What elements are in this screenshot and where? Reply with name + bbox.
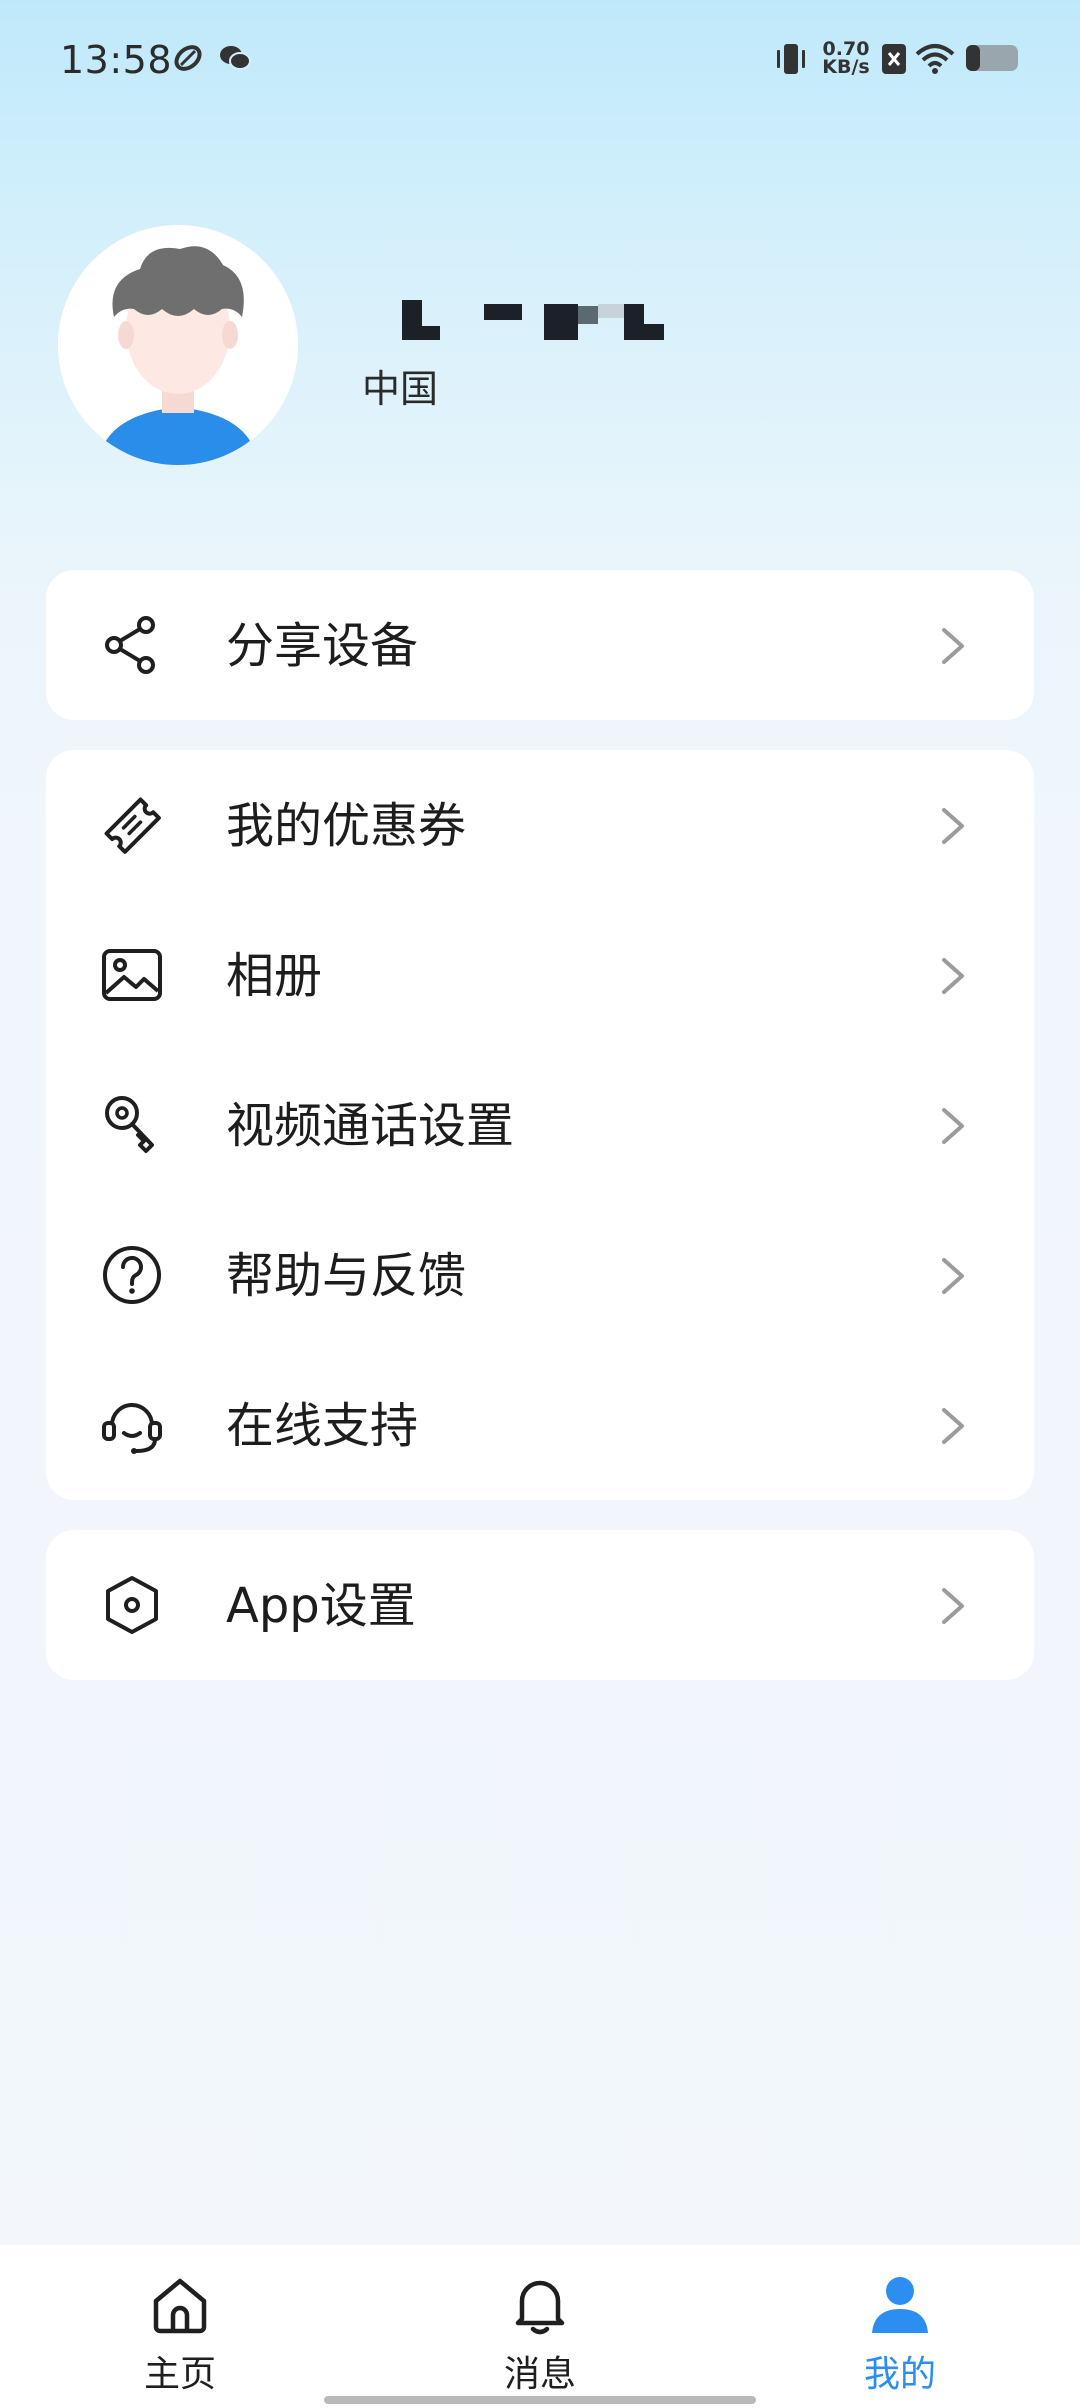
- help-feedback-label: 帮助与反馈: [226, 1248, 467, 1304]
- online-support-row[interactable]: 在线支持: [46, 1350, 1034, 1500]
- tab-mine[interactable]: 我的: [800, 2245, 1000, 2395]
- user-region: 中国: [362, 367, 439, 411]
- home-indicator[interactable]: [324, 2396, 756, 2404]
- tab-home[interactable]: 主页: [80, 2245, 280, 2395]
- video-call-settings-label: 视频通话设置: [226, 1098, 515, 1154]
- tab-messages-label: 消息: [503, 2354, 576, 2395]
- share-icon: [105, 616, 155, 674]
- settings-card: App设置: [46, 1530, 1034, 1680]
- chevron-right-icon: [942, 808, 964, 844]
- features-card: 我的优惠券 相册 视频通话设置 帮助与反馈 在线支持: [46, 750, 1034, 1500]
- home-icon: [153, 2278, 207, 2334]
- app-settings-row[interactable]: App设置: [46, 1530, 1034, 1680]
- tab-messages[interactable]: 消息: [440, 2245, 640, 2395]
- tab-mine-label: 我的: [863, 2354, 936, 2395]
- share-card: 分享设备: [46, 570, 1034, 720]
- user-icon: [872, 2277, 928, 2333]
- person-illustration-icon: [58, 225, 298, 465]
- share-device-row[interactable]: 分享设备: [46, 570, 1034, 720]
- coupons-row[interactable]: 我的优惠券: [46, 750, 1034, 900]
- status-time: 13:58: [60, 38, 173, 82]
- network-speed: 0.70 KB/s: [820, 40, 872, 78]
- video-call-settings-row[interactable]: 视频通话设置: [46, 1050, 1034, 1200]
- bell-icon: [515, 2280, 565, 2335]
- help-feedback-row[interactable]: 帮助与反馈: [46, 1200, 1034, 1350]
- status-bar: 13:58 0.70 KB/s: [0, 0, 1080, 120]
- no-sim-icon: [882, 44, 906, 74]
- image-icon: [102, 949, 162, 1001]
- network-speed-unit: KB/s: [822, 56, 870, 78]
- vibrate-icon: [777, 44, 805, 74]
- share-device-label: 分享设备: [226, 618, 419, 674]
- chevron-right-icon: [942, 628, 964, 664]
- tab-home-label: 主页: [143, 2354, 216, 2395]
- app-notification-icon: [174, 45, 202, 71]
- chevron-right-icon: [942, 958, 964, 994]
- user-avatar[interactable]: [58, 225, 298, 465]
- headset-icon: [102, 1403, 162, 1454]
- album-row[interactable]: 相册: [46, 900, 1034, 1050]
- album-label: 相册: [226, 948, 323, 1004]
- battery-icon: [966, 45, 1018, 71]
- chevron-right-icon: [942, 1258, 964, 1294]
- chevron-right-icon: [942, 1408, 964, 1444]
- chevron-right-icon: [942, 1588, 964, 1624]
- settings-hexagon-icon: [106, 1576, 158, 1634]
- key-icon: [105, 1096, 154, 1153]
- wifi-icon: [915, 44, 955, 74]
- online-support-label: 在线支持: [226, 1398, 419, 1454]
- coupon-icon: [104, 797, 161, 854]
- help-icon: [103, 1246, 161, 1304]
- chevron-right-icon: [942, 1108, 964, 1144]
- app-settings-label: App设置: [226, 1578, 416, 1634]
- bottom-navigation: 主页 消息 我的: [0, 2245, 1080, 2408]
- coupons-label: 我的优惠券: [226, 798, 467, 854]
- username-redacted: [402, 300, 664, 340]
- wechat-icon: [220, 46, 251, 70]
